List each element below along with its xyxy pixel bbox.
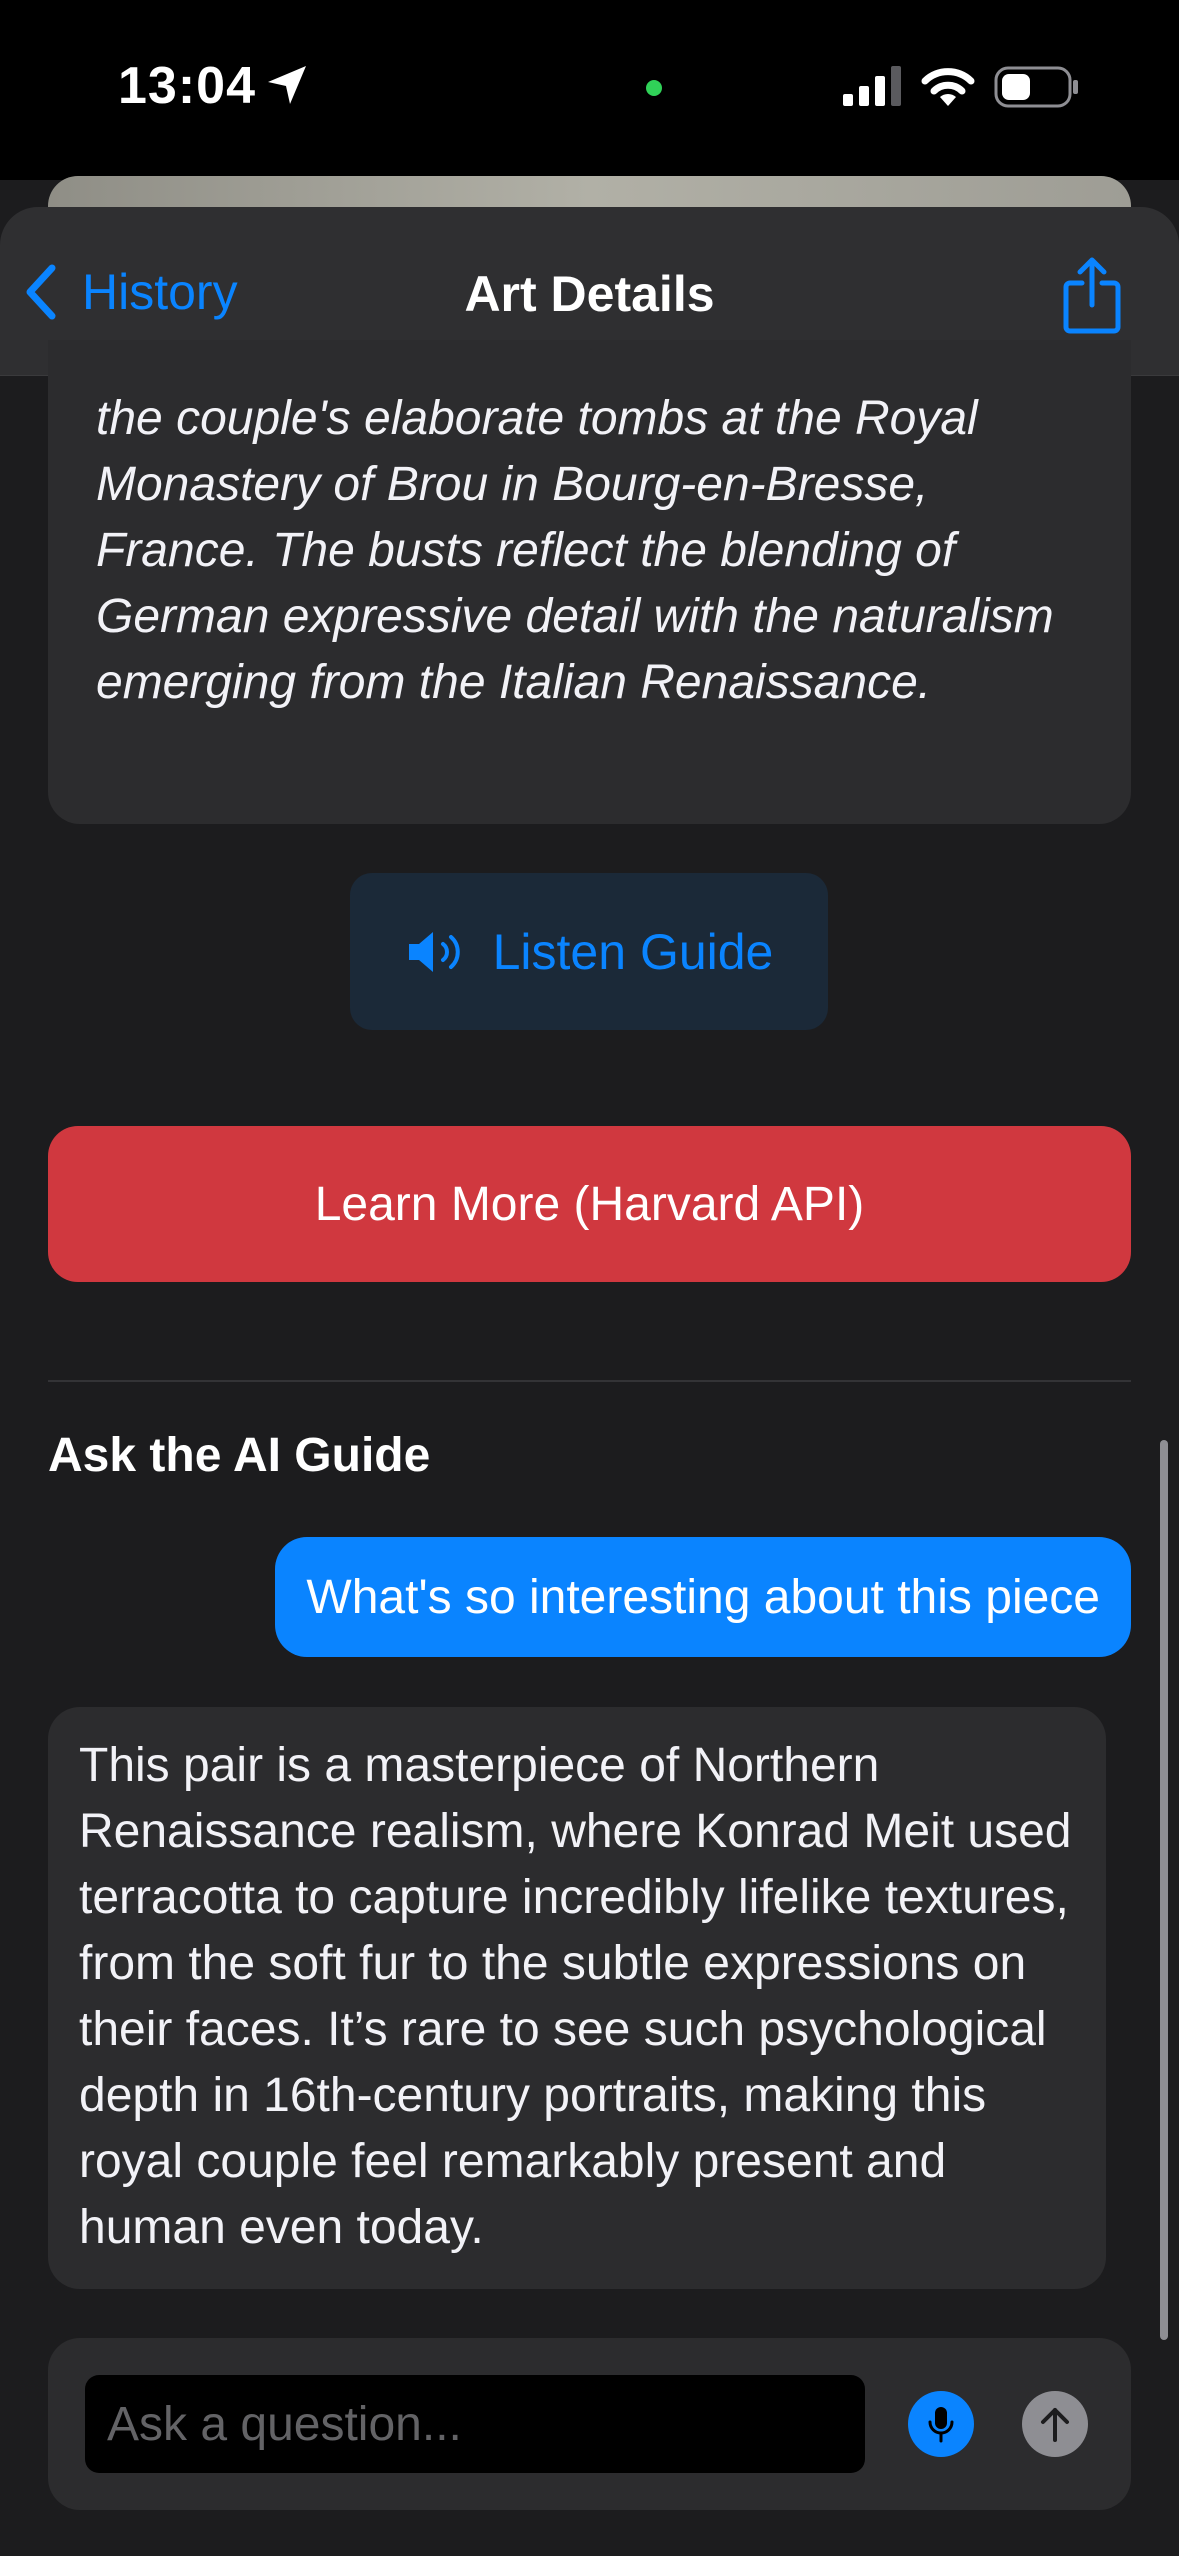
recording-indicator [646,80,662,96]
microphone-button[interactable] [908,2391,974,2457]
description-text: the couple's elaborate tombs at the Roya… [96,392,1054,709]
section-divider [48,1380,1131,1382]
listen-guide-button[interactable]: Listen Guide [350,873,828,1030]
question-input-bar [48,2338,1131,2510]
assistant-message-bubble: This pair is a masterpiece of Northern R… [48,1707,1106,2289]
assistant-message-text: This pair is a masterpiece of Northern R… [79,1739,1072,2254]
learn-more-button[interactable]: Learn More (Harvard API) [48,1126,1131,1282]
user-message-bubble: What's so interesting about this piece [275,1537,1131,1657]
status-time: 13:04 [118,57,256,115]
microphone-icon [928,2407,954,2443]
question-input[interactable] [85,2375,865,2473]
arrow-up-icon [1041,2408,1069,2442]
wifi-icon [921,68,975,106]
listen-guide-label: Listen Guide [492,923,774,980]
send-button[interactable] [1022,2391,1088,2457]
cellular-signal-icon [843,66,901,106]
location-arrow-icon [268,66,306,104]
scrollbar[interactable] [1160,1440,1168,2340]
battery-icon [994,66,1078,108]
art-details-screen: 13:04 History Art Details the couple's e… [0,0,1179,2556]
ai-guide-heading: Ask the AI Guide [48,1429,431,1482]
description-card: the couple's elaborate tombs at the Roya… [48,340,1131,824]
share-icon[interactable] [1060,255,1124,335]
status-bar: 13:04 [0,0,1179,180]
page-title: Art Details [464,266,715,322]
speaker-wave-icon [408,931,460,972]
